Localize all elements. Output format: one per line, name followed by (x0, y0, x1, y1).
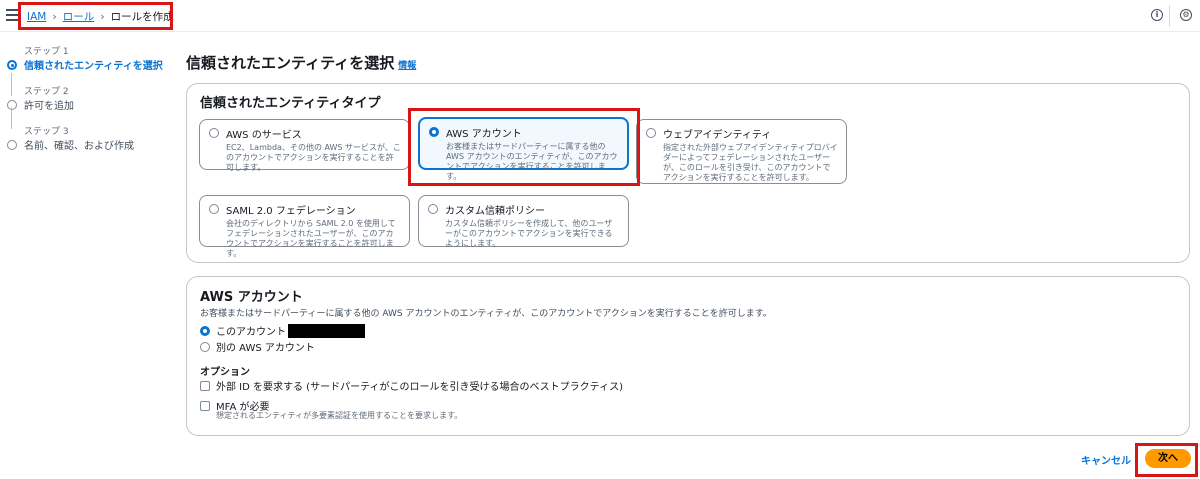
step-connector (11, 73, 12, 96)
highlight-aws-account-tile (408, 108, 640, 186)
highlight-next-button (1135, 443, 1198, 477)
aws-account-desc: お客様またはサードパーティーに属する他の AWS アカウントのエンティティが、こ… (200, 309, 772, 319)
entity-type-panel: 信頼されたエンティティタイプ AWS のサービス EC2、Lambda、その他の… (186, 83, 1190, 263)
step-indicator (7, 140, 17, 150)
highlight-breadcrumb (18, 2, 173, 30)
step-1[interactable]: ステップ 1 信頼されたエンティティを選択 (6, 44, 166, 72)
tile-custom-trust-policy[interactable]: カスタム信頼ポリシー カスタム信頼ポリシーを作成して、他のユーザーがこのアカウン… (418, 195, 629, 248)
settings-icon[interactable]: ⚙ (1180, 9, 1192, 21)
top-bar: IAM › ロール › ロールを作成 i ⚙ (0, 0, 1200, 32)
radio-button[interactable] (209, 128, 219, 138)
tile-web-identity[interactable]: ウェブアイデンティティ 指定された外部ウェブアイデンティティプロバイダーによって… (636, 119, 847, 184)
wizard-steps: ステップ 1 信頼されたエンティティを選択 ステップ 2 許可を追加 ステップ … (6, 44, 166, 164)
step-name: 許可を追加 (24, 101, 74, 112)
tile-title: AWS のサービス (226, 130, 302, 141)
step-2[interactable]: ステップ 2 許可を追加 (6, 84, 166, 112)
redacted-account-id (288, 323, 365, 338)
step-3[interactable]: ステップ 3 名前、確認、および作成 (6, 124, 166, 152)
page-title: 信頼されたエンティティを選択 情報 (186, 52, 416, 73)
entity-type-title: 信頼されたエンティティタイプ (200, 96, 381, 111)
tile-title: SAML 2.0 フェデレーション (226, 206, 356, 217)
cancel-button[interactable]: キャンセル (1081, 452, 1131, 467)
menu-icon[interactable] (6, 9, 18, 21)
external-id-label: 外部 ID を要求する (サードパーティがこのロールを引き受ける場合のベストプラ… (216, 382, 623, 393)
tile-aws-service[interactable]: AWS のサービス EC2、Lambda、その他の AWS サービスが、このアカ… (199, 119, 410, 172)
tile-desc: カスタム信頼ポリシーを作成して、他のユーザーがこのアカウントでアクションを実行で… (445, 219, 613, 248)
aws-account-panel: AWS アカウント お客様またはサードパーティーに属する他の AWS アカウント… (186, 276, 1190, 436)
radio-button[interactable] (200, 341, 210, 352)
radio-button[interactable] (646, 128, 656, 138)
aws-account-title: AWS アカウント (200, 290, 303, 305)
tile-desc: 会社のディレクトリから SAML 2.0 を使用してフェデレーションされたユーザ… (226, 219, 396, 258)
radio-button[interactable] (428, 204, 438, 214)
info-link[interactable]: 情報 (398, 61, 416, 71)
checkbox-external-id[interactable]: 外部 ID を要求する (サードパーティがこのロールを引き受ける場合のベストプラ… (200, 378, 623, 393)
tile-title: ウェブアイデンティティ (663, 130, 772, 141)
other-account-label: 別の AWS アカウント (216, 343, 315, 354)
divider (1169, 6, 1170, 26)
step-label: ステップ 2 (24, 87, 69, 97)
step-indicator (7, 100, 17, 110)
step-label: ステップ 3 (24, 127, 69, 137)
options-title: オプション (200, 367, 250, 378)
radio-button-selected[interactable] (200, 325, 210, 336)
checkbox[interactable] (200, 400, 210, 411)
tile-saml-federation[interactable]: SAML 2.0 フェデレーション 会社のディレクトリから SAML 2.0 を… (199, 195, 410, 258)
step-name: 信頼されたエンティティを選択 (24, 61, 163, 72)
step-indicator (7, 60, 17, 70)
page-title-text: 信頼されたエンティティを選択 (186, 54, 395, 72)
checkbox[interactable] (200, 380, 210, 391)
step-label: ステップ 1 (24, 47, 69, 57)
radio-other-account[interactable]: 別の AWS アカウント (200, 339, 315, 354)
radio-this-account[interactable]: このアカウント (200, 323, 365, 338)
step-connector (11, 107, 12, 129)
mfa-desc: 想定されるエンティティが多要素認証を使用することを要求します。 (216, 411, 463, 420)
step-name: 名前、確認、および作成 (24, 141, 134, 152)
radio-button[interactable] (209, 204, 219, 214)
tile-desc: EC2、Lambda、その他の AWS サービスが、このアカウントでアクションを… (226, 143, 401, 172)
tile-title: カスタム信頼ポリシー (445, 206, 545, 217)
this-account-label: このアカウント (216, 327, 286, 338)
info-icon[interactable]: i (1151, 9, 1163, 21)
tile-desc: 指定された外部ウェブアイデンティティプロバイダーによってフェデレーションされたユ… (663, 143, 838, 182)
